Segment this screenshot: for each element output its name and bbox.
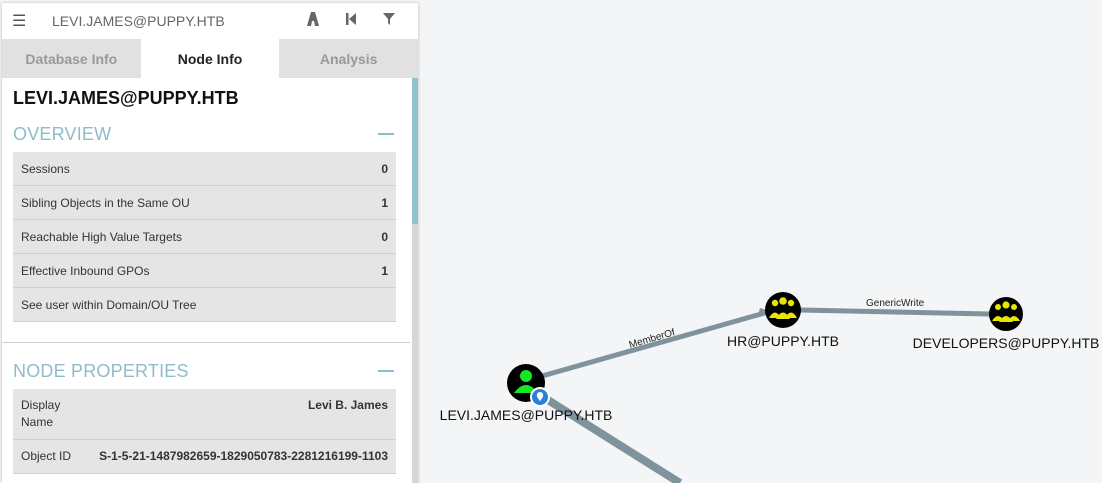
back-icon[interactable] <box>332 12 370 30</box>
section-divider <box>2 342 410 343</box>
row-label: Effective Inbound GPOs <box>21 263 150 278</box>
node-properties-header[interactable]: NODE PROPERTIES <box>2 353 410 389</box>
collapse-icon[interactable] <box>378 370 394 372</box>
node-levi-james-user[interactable]: LEVI.JAMES@PUPPY.HTB <box>440 364 613 423</box>
overview-table: Sessions 0 Sibling Objects in the Same O… <box>13 152 396 322</box>
overview-row-domain-ou-tree[interactable]: See user within Domain/OU Tree <box>13 288 396 322</box>
pathfinding-icon[interactable] <box>294 12 332 30</box>
node-title: LEVI.JAMES@PUPPY.HTB <box>13 88 239 108</box>
row-value: 1 <box>381 263 388 278</box>
overview-row-sibling-objects[interactable]: Sibling Objects in the Same OU 1 <box>13 186 396 220</box>
tab-analysis[interactable]: Analysis <box>279 39 418 78</box>
overview-header[interactable]: OVERVIEW <box>2 116 410 152</box>
row-label: Sessions <box>21 161 70 176</box>
property-key: Object ID <box>21 449 72 463</box>
node-label-levi-james: LEVI.JAMES@PUPPY.HTB <box>440 407 613 423</box>
row-value: 0 <box>381 229 388 244</box>
node-properties-table: Display Name Levi B. James Object ID S-1… <box>13 389 396 474</box>
scrollbar-thumb[interactable] <box>412 78 418 224</box>
tab-node-info[interactable]: Node Info <box>140 39 280 78</box>
node-developers-group[interactable]: DEVELOPERS@PUPPY.HTB <box>913 297 1100 351</box>
property-value: Levi B. James <box>307 398 388 412</box>
search-input[interactable]: LEVI.JAMES@PUPPY.HTB <box>52 13 294 29</box>
row-value: 1 <box>381 195 388 210</box>
row-label: Sibling Objects in the Same OU <box>21 195 190 210</box>
property-key: Display Name <box>21 398 61 429</box>
overview-title: OVERVIEW <box>13 123 112 144</box>
row-value: 0 <box>381 161 388 176</box>
edge-label-genericwrite: GenericWrite <box>866 298 925 309</box>
node-properties-title: NODE PROPERTIES <box>13 360 189 381</box>
overview-row-high-value-targets[interactable]: Reachable High Value Targets 0 <box>13 220 396 254</box>
scrollbar[interactable] <box>412 78 418 483</box>
node-label-developers: DEVELOPERS@PUPPY.HTB <box>913 335 1100 351</box>
node-label-hr: HR@PUPPY.HTB <box>727 333 839 349</box>
tab-database-info[interactable]: Database Info <box>2 39 141 78</box>
filter-icon[interactable] <box>370 12 408 30</box>
tab-bar: Database Info Node Info Analysis <box>2 39 418 78</box>
property-row-display-name: Display Name Levi B. James <box>13 389 396 440</box>
search-bar: ☰ LEVI.JAMES@PUPPY.HTB <box>2 3 418 39</box>
collapse-icon[interactable] <box>378 133 394 135</box>
edge-genericwrite[interactable] <box>799 307 991 317</box>
property-row-object-id: Object ID S-1-5-21-1487982659-1829050783… <box>13 440 396 474</box>
row-label: Reachable High Value Targets <box>21 229 182 244</box>
property-value: S-1-5-21-1487982659-1829050783-228121619… <box>99 449 388 463</box>
owned-marker-icon <box>530 387 550 407</box>
menu-icon[interactable]: ☰ <box>12 11 32 31</box>
panel-content: LEVI.JAMES@PUPPY.HTB OVERVIEW Sessions 0… <box>2 78 418 483</box>
overview-row-sessions[interactable]: Sessions 0 <box>13 152 396 186</box>
node-info-panel: ☰ LEVI.JAMES@PUPPY.HTB Database Info Nod… <box>2 3 418 483</box>
row-label: See user within Domain/OU Tree <box>21 297 197 312</box>
overview-row-inbound-gpos[interactable]: Effective Inbound GPOs 1 <box>13 254 396 288</box>
